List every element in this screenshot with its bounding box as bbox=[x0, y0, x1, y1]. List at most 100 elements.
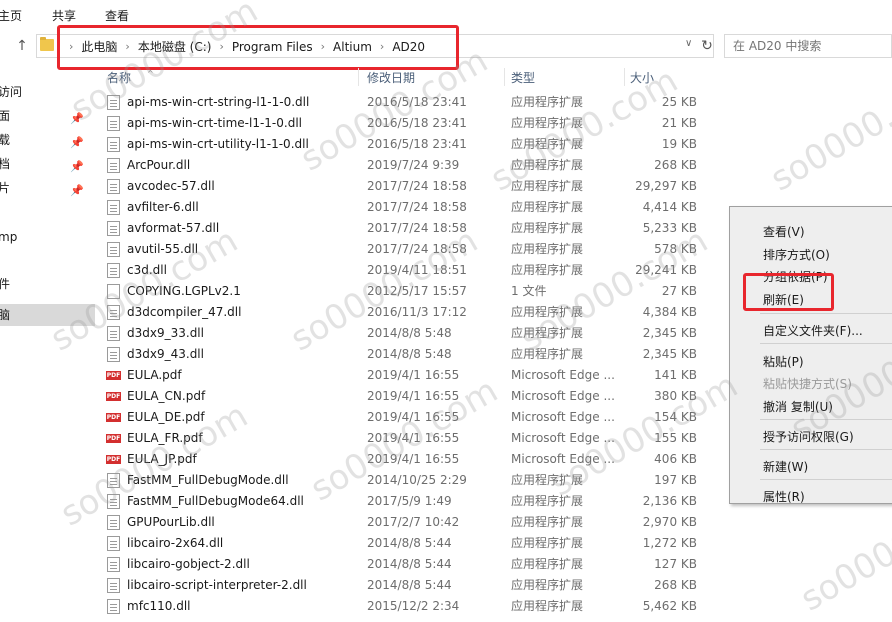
file-date: 2014/8/8 5:44 bbox=[367, 536, 452, 550]
nav-item-documents[interactable]: 档 📌 bbox=[0, 153, 95, 175]
table-row[interactable]: GPUPourLib.dll 2017/2/7 10:42 应用程序扩展 2,970 … bbox=[100, 512, 720, 533]
table-row[interactable]: ArcPour.dll 2019/7/24 9:39 应用程序扩展 268 KB bbox=[100, 155, 720, 176]
dll-file-icon bbox=[107, 473, 120, 488]
file-date: 2014/10/25 2:29 bbox=[367, 473, 467, 487]
file-type: Microsoft Edge ... bbox=[511, 368, 615, 382]
file-date: 2019/4/1 16:55 bbox=[367, 389, 460, 403]
file-size: 27 KB bbox=[661, 284, 697, 298]
nav-item-label: 面 bbox=[0, 109, 11, 123]
file-size: 19 KB bbox=[661, 137, 697, 151]
file-size: 155 KB bbox=[654, 431, 697, 445]
tab-view[interactable]: 查看 bbox=[105, 7, 129, 24]
tab-home[interactable]: 主页 bbox=[0, 7, 22, 24]
text-file-icon bbox=[107, 284, 120, 299]
file-size: 141 KB bbox=[654, 368, 697, 382]
context-menu-item[interactable]: 查看(V) bbox=[763, 223, 805, 240]
table-row[interactable]: d3dx9_43.dll 2014/8/8 5:48 应用程序扩展 2,345 KB bbox=[100, 344, 720, 365]
file-type: 应用程序扩展 bbox=[511, 578, 584, 592]
file-type: Microsoft Edge ... bbox=[511, 431, 615, 445]
table-row[interactable]: api-ms-win-crt-string-l1-1-0.dll 2016/5/1… bbox=[100, 92, 720, 113]
file-name: c3d.dll bbox=[127, 263, 167, 277]
file-name: EULA_JP.pdf bbox=[127, 452, 197, 466]
menu-separator bbox=[760, 419, 892, 420]
file-size: 2,970 KB bbox=[642, 515, 697, 529]
nav-item-downloads[interactable]: 载 📌 bbox=[0, 129, 95, 151]
file-size: 5,462 KB bbox=[642, 599, 697, 613]
file-date: 2017/7/24 18:58 bbox=[367, 242, 467, 256]
table-row[interactable]: FastMM_FullDebugMode.dll 2014/10/25 2:29 应… bbox=[100, 470, 720, 491]
table-row[interactable]: avutil-55.dll 2017/7/24 18:58 应用程序扩展 578 KB bbox=[100, 239, 720, 260]
column-divider[interactable] bbox=[504, 68, 505, 86]
file-type: 应用程序扩展 bbox=[511, 494, 584, 508]
table-row[interactable]: libcairo-2x64.dll 2014/8/8 5:44 应用程序扩展 1,27… bbox=[100, 533, 720, 554]
table-row[interactable]: avcodec-57.dll 2017/7/24 18:58 应用程序扩展 29,29… bbox=[100, 176, 720, 197]
chevron-down-icon[interactable]: ∨ bbox=[685, 38, 692, 49]
nav-item-pictures[interactable]: 片 📌 bbox=[0, 177, 95, 199]
file-size: 197 KB bbox=[654, 473, 697, 487]
search-box[interactable] bbox=[724, 34, 892, 58]
table-row[interactable]: c3d.dll 2019/4/11 18:51 应用程序扩展 29,241 KB bbox=[100, 260, 720, 281]
column-header-date[interactable]: 修改日期 bbox=[367, 66, 415, 90]
file-name: avutil-55.dll bbox=[127, 242, 199, 256]
file-date: 2012/5/17 15:57 bbox=[367, 284, 467, 298]
file-name: mfc110.dll bbox=[127, 599, 191, 613]
nav-item-files[interactable]: 件 bbox=[0, 273, 95, 295]
dll-file-icon bbox=[107, 179, 120, 194]
context-menu-item[interactable]: 排序方式(O) bbox=[763, 246, 830, 263]
table-row[interactable]: api-ms-win-crt-utility-l1-1-0.dll 2016/5/… bbox=[100, 134, 720, 155]
table-row[interactable]: COPYING.LGPLv2.1 2012/5/17 15:57 1 文件 27 KB bbox=[100, 281, 720, 302]
table-row[interactable]: libcairo-script-interpreter-2.dll 2014/8/… bbox=[100, 575, 720, 596]
file-name: d3dx9_33.dll bbox=[127, 326, 204, 340]
dll-file-icon bbox=[107, 326, 120, 341]
pin-icon: 📌 bbox=[70, 112, 84, 125]
search-input[interactable] bbox=[733, 39, 883, 53]
table-row[interactable]: EULA_DE.pdf 2019/4/1 16:55 Microsoft Edge … bbox=[100, 407, 720, 428]
table-row[interactable]: api-ms-win-crt-time-l1-1-0.dll 2016/5/18 … bbox=[100, 113, 720, 134]
context-menu-item[interactable]: 属性(R) bbox=[763, 488, 805, 505]
context-menu-item[interactable]: 新建(W) bbox=[763, 458, 808, 475]
file-name: GPUPourLib.dll bbox=[127, 515, 215, 529]
file-size: 578 KB bbox=[654, 242, 697, 256]
table-row[interactable]: EULA_CN.pdf 2019/4/1 16:55 Microsoft Edge … bbox=[100, 386, 720, 407]
dll-file-icon bbox=[107, 200, 120, 215]
table-row[interactable]: avfilter-6.dll 2017/7/24 18:58 应用程序扩展 4,414… bbox=[100, 197, 720, 218]
table-row[interactable]: EULA_JP.pdf 2019/4/1 16:55 Microsoft Edge … bbox=[100, 449, 720, 470]
file-size: 4,384 KB bbox=[642, 305, 697, 319]
file-size: 380 KB bbox=[654, 389, 697, 403]
table-row[interactable]: EULA_FR.pdf 2019/4/1 16:55 Microsoft Edge … bbox=[100, 428, 720, 449]
file-date: 2019/4/11 18:51 bbox=[367, 263, 467, 277]
table-row[interactable]: d3dx9_33.dll 2014/8/8 5:48 应用程序扩展 2,345 KB bbox=[100, 323, 720, 344]
context-menu-item[interactable]: 撤消 复制(U) bbox=[763, 398, 833, 415]
nav-item-quick-access[interactable]: 访问 bbox=[0, 81, 95, 103]
up-arrow-icon[interactable]: ↑ bbox=[14, 38, 30, 54]
nav-item-this-pc[interactable]: 脑 bbox=[0, 304, 95, 326]
context-menu-item[interactable]: 自定义文件夹(F)... bbox=[763, 322, 863, 339]
column-header-name[interactable]: 名称 ^ bbox=[107, 66, 154, 90]
context-menu-item[interactable]: 授予访问权限(G) bbox=[763, 428, 854, 445]
pdf-file-icon bbox=[106, 452, 121, 469]
menu-separator bbox=[760, 449, 892, 450]
column-header-size[interactable]: 大小 bbox=[630, 66, 654, 90]
watermark-text: so0000.com bbox=[763, 60, 892, 200]
table-row[interactable]: d3dcompiler_47.dll 2016/11/3 17:12 应用程序扩展 4… bbox=[100, 302, 720, 323]
tab-share[interactable]: 共享 bbox=[52, 7, 76, 24]
refresh-icon[interactable]: ↻ bbox=[699, 36, 715, 56]
table-row[interactable]: libcairo-gobject-2.dll 2014/8/8 5:44 应用程序扩… bbox=[100, 554, 720, 575]
column-header-type[interactable]: 类型 bbox=[511, 66, 535, 90]
file-date: 2017/5/9 1:49 bbox=[367, 494, 452, 508]
file-size: 29,241 KB bbox=[635, 263, 697, 277]
table-row[interactable]: avformat-57.dll 2017/7/24 18:58 应用程序扩展 5,23… bbox=[100, 218, 720, 239]
nav-item-tmp[interactable]: mp bbox=[0, 226, 95, 248]
table-row[interactable]: EULA.pdf 2019/4/1 16:55 Microsoft Edge ...… bbox=[100, 365, 720, 386]
file-type: 应用程序扩展 bbox=[511, 536, 584, 550]
table-row[interactable]: FastMM_FullDebugMode64.dll 2017/5/9 1:49 应… bbox=[100, 491, 720, 512]
nav-item-desktop[interactable]: 面 📌 bbox=[0, 105, 95, 127]
context-menu-item[interactable]: 粘贴(P) bbox=[763, 353, 804, 370]
column-divider[interactable] bbox=[624, 68, 625, 86]
column-divider[interactable] bbox=[358, 68, 359, 86]
file-name: libcairo-script-interpreter-2.dll bbox=[127, 578, 307, 592]
dll-file-icon bbox=[107, 599, 120, 614]
table-row[interactable]: mfc110.dll 2015/12/2 2:34 应用程序扩展 5,462 KB bbox=[100, 596, 720, 617]
file-date: 2017/2/7 10:42 bbox=[367, 515, 460, 529]
file-type: Microsoft Edge ... bbox=[511, 389, 615, 403]
